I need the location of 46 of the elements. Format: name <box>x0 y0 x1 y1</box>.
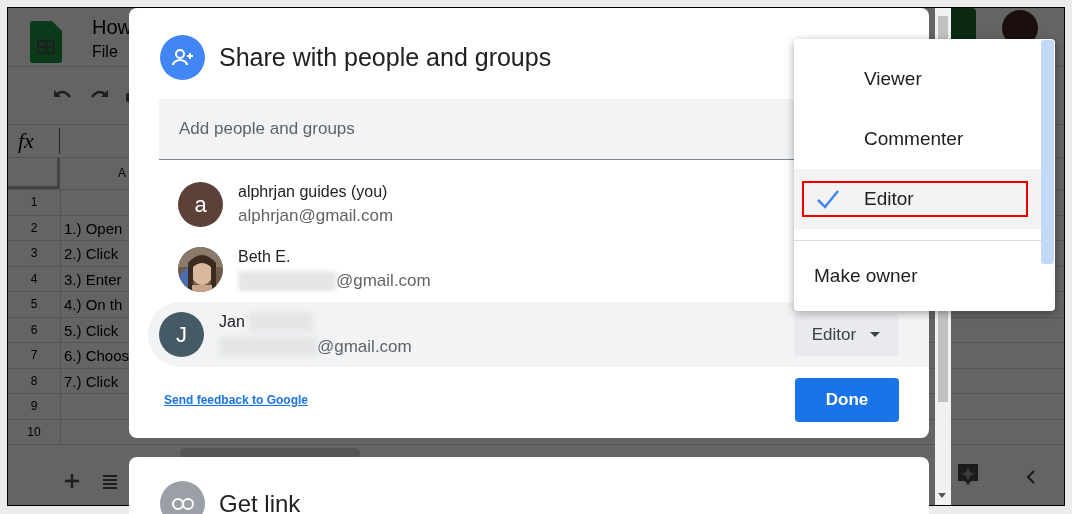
horizontal-scrollbar[interactable] <box>180 448 360 458</box>
sheets-logo-icon[interactable] <box>30 21 62 63</box>
list-icon[interactable] <box>101 472 119 490</box>
person-name: Jan <box>219 313 245 331</box>
check-icon <box>816 188 840 210</box>
row-number[interactable]: 3 <box>8 241 61 266</box>
row-number[interactable]: 2 <box>8 215 61 240</box>
avatar: a <box>178 182 223 227</box>
formula-label: fx <box>8 128 60 154</box>
link-icon <box>170 496 195 511</box>
table-cell-text: 6.) Choos <box>63 346 131 366</box>
select-all-corner[interactable] <box>8 158 60 189</box>
row-number[interactable]: 10 <box>8 419 61 444</box>
caret-icon <box>870 331 881 338</box>
avatar: J <box>159 312 204 357</box>
scroll-down-icon[interactable] <box>937 492 947 500</box>
table-cell-text: 5.) Click <box>63 320 120 341</box>
person-name: Beth E. <box>238 248 291 266</box>
role-dropdown[interactable]: Editor <box>794 313 898 356</box>
table-cell-text: 2.) Click <box>63 244 120 264</box>
row-number[interactable]: 8 <box>8 368 61 393</box>
table-cell-text: 3.) Enter <box>63 269 123 290</box>
row-number[interactable]: 6 <box>8 317 61 342</box>
row-number[interactable]: 7 <box>8 343 61 368</box>
row-number[interactable]: 1 <box>8 190 61 215</box>
person-email: @gmail.com <box>336 271 431 291</box>
chevron-left-icon[interactable] <box>1024 470 1038 484</box>
table-cell-text: 4.) On th <box>63 295 124 315</box>
person-email: alphrjan@gmail.com <box>238 206 394 226</box>
dialog-title: Share with people and groups <box>219 43 552 72</box>
explore-icon[interactable] <box>956 462 980 486</box>
row-number[interactable]: 9 <box>8 394 61 419</box>
table-cell-text: 7.) Click <box>63 371 120 392</box>
add-icon[interactable] <box>63 472 81 490</box>
scrollbar-thumb[interactable] <box>1041 40 1054 264</box>
menu-item[interactable]: File <box>92 43 132 61</box>
done-button[interactable]: Done <box>795 378 899 422</box>
row-number[interactable]: 5 <box>8 292 61 317</box>
menu-item[interactable]: Make owner <box>794 240 1041 302</box>
person-email: @gmail.com <box>317 337 412 357</box>
table-cell-text: 1.) Open <box>63 218 124 239</box>
person-name: alphrjan guides (you) <box>238 183 388 201</box>
row-number[interactable]: 4 <box>8 266 61 291</box>
feedback-link[interactable]: Send feedback to Google <box>164 393 309 407</box>
dialog-title: Get link <box>219 491 301 514</box>
menu-item[interactable]: Editor <box>794 169 1041 229</box>
